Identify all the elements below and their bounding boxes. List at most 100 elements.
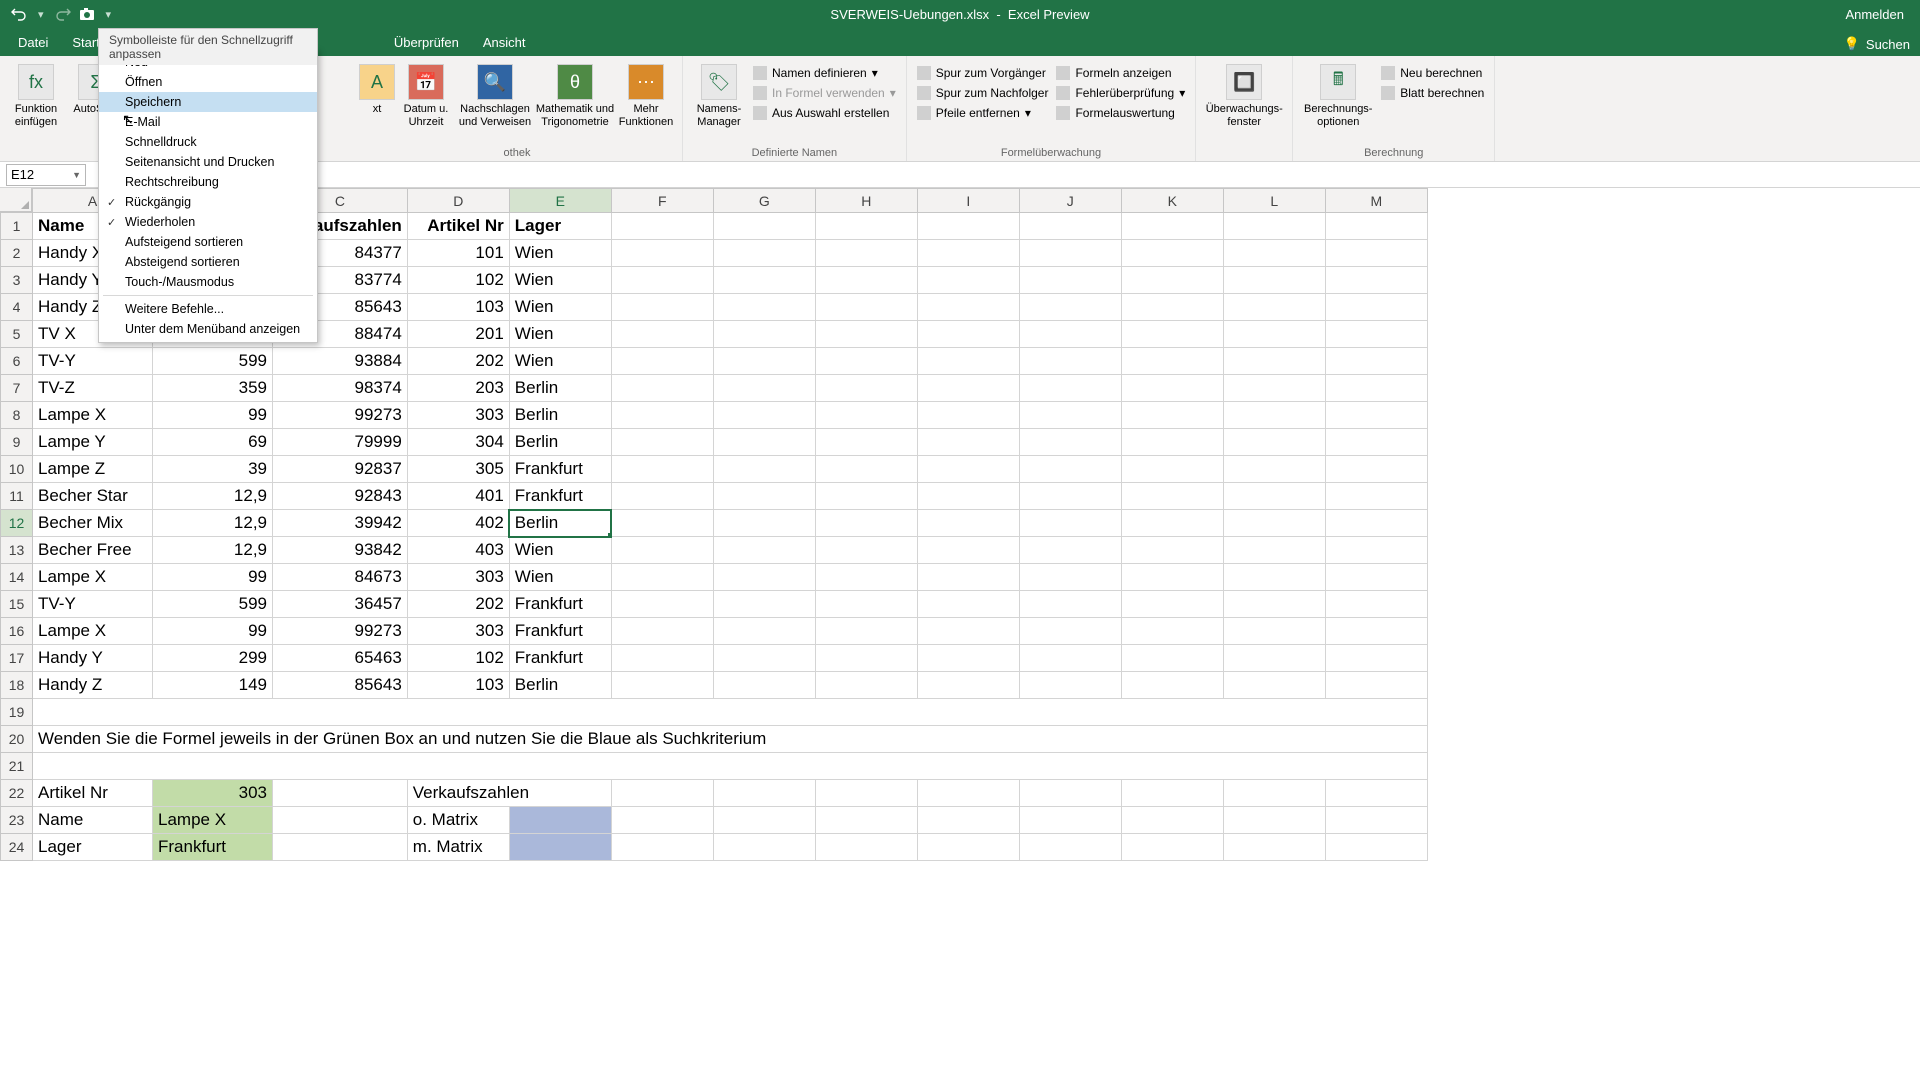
cell[interactable]: 303: [153, 780, 273, 807]
cell[interactable]: 79999: [273, 429, 408, 456]
insert-function-button[interactable]: fxFunktion einfügen: [6, 60, 66, 128]
cell[interactable]: 102: [407, 267, 509, 294]
cell[interactable]: 99: [153, 618, 273, 645]
row-header[interactable]: 14: [1, 564, 33, 591]
row-header[interactable]: 6: [1, 348, 33, 375]
name-box[interactable]: E12▼: [6, 164, 86, 186]
qat-menu-wiederholen[interactable]: ✓Wiederholen: [99, 212, 317, 232]
cell[interactable]: m. Matrix: [407, 834, 509, 861]
cell[interactable]: Artikel Nr: [407, 213, 509, 240]
evaluate-formula-button[interactable]: Formelauswertung: [1052, 104, 1189, 122]
cell[interactable]: Wien: [509, 267, 611, 294]
cell[interactable]: Lampe X: [33, 618, 153, 645]
name-manager-button[interactable]: 🏷Namens- Manager: [689, 60, 749, 128]
cell[interactable]: Berlin: [509, 429, 611, 456]
create-from-selection-button[interactable]: Aus Auswahl erstellen: [749, 104, 900, 122]
cell[interactable]: TV-Y: [33, 348, 153, 375]
cell[interactable]: 99: [153, 402, 273, 429]
cell[interactable]: Name: [33, 807, 153, 834]
cell[interactable]: Berlin: [509, 510, 611, 537]
cell[interactable]: Lampe X: [33, 564, 153, 591]
select-all-corner[interactable]: [0, 188, 32, 212]
row-header[interactable]: 1: [1, 213, 33, 240]
tab-ansicht[interactable]: Ansicht: [471, 29, 538, 56]
cell[interactable]: Artikel Nr: [33, 780, 153, 807]
cell[interactable]: 304: [407, 429, 509, 456]
cell[interactable]: 149: [153, 672, 273, 699]
row-header[interactable]: 8: [1, 402, 33, 429]
cell[interactable]: Berlin: [509, 375, 611, 402]
calc-now-button[interactable]: Neu berechnen: [1377, 64, 1488, 82]
cell[interactable]: 299: [153, 645, 273, 672]
cell[interactable]: Handy Y: [33, 645, 153, 672]
lookup-button[interactable]: 🔍Nachschlagen und Verweisen: [456, 60, 534, 128]
row-header[interactable]: 20: [1, 726, 33, 753]
cell[interactable]: Lampe Y: [33, 429, 153, 456]
cell[interactable]: 39: [153, 456, 273, 483]
remove-arrows-button[interactable]: Pfeile entfernen ▾: [913, 104, 1053, 122]
cell[interactable]: TV-Z: [33, 375, 153, 402]
col-header-K[interactable]: K: [1121, 189, 1223, 213]
cell[interactable]: 202: [407, 348, 509, 375]
row-header[interactable]: 12: [1, 510, 33, 537]
row-header[interactable]: 7: [1, 375, 33, 402]
cell[interactable]: 39942: [273, 510, 408, 537]
row-header[interactable]: 10: [1, 456, 33, 483]
row-header[interactable]: 24: [1, 834, 33, 861]
cell[interactable]: 69: [153, 429, 273, 456]
cell[interactable]: Verkaufszahlen: [407, 780, 611, 807]
cell[interactable]: Handy Z: [33, 672, 153, 699]
cell[interactable]: 202: [407, 591, 509, 618]
cell[interactable]: Lampe Z: [33, 456, 153, 483]
cell[interactable]: Becher Star: [33, 483, 153, 510]
cell[interactable]: 98374: [273, 375, 408, 402]
cell[interactable]: Frankfurt: [509, 483, 611, 510]
cell[interactable]: 103: [407, 294, 509, 321]
cell[interactable]: 12,9: [153, 510, 273, 537]
qat-menu-rueckgaengig[interactable]: ✓Rückgängig: [99, 192, 317, 212]
cell[interactable]: 99273: [273, 402, 408, 429]
watch-window-button[interactable]: 🔲Überwachungs- fenster: [1202, 60, 1286, 128]
text-func-button[interactable]: Axt: [358, 60, 396, 128]
cell[interactable]: 103: [407, 672, 509, 699]
cell[interactable]: 402: [407, 510, 509, 537]
cell[interactable]: Lager: [509, 213, 611, 240]
cell[interactable]: 99273: [273, 618, 408, 645]
col-header-D[interactable]: D: [407, 189, 509, 213]
cell[interactable]: Frankfurt: [509, 591, 611, 618]
cell[interactable]: Wien: [509, 537, 611, 564]
calc-sheet-button[interactable]: Blatt berechnen: [1377, 84, 1488, 102]
cell[interactable]: 92843: [273, 483, 408, 510]
col-header-M[interactable]: M: [1325, 189, 1427, 213]
cell[interactable]: Berlin: [509, 672, 611, 699]
cell[interactable]: 102: [407, 645, 509, 672]
col-header-I[interactable]: I: [917, 189, 1019, 213]
cell[interactable]: 65463: [273, 645, 408, 672]
tab-ueberpruefen[interactable]: Überprüfen: [382, 29, 471, 56]
qat-menu-speichern[interactable]: Speichern: [99, 92, 317, 112]
cell[interactable]: 599: [153, 591, 273, 618]
qat-menu-email[interactable]: E-Mail: [99, 112, 317, 132]
math-trig-button[interactable]: θMathematik und Trigonometrie: [534, 60, 616, 128]
cell[interactable]: [509, 834, 611, 861]
cell[interactable]: 201: [407, 321, 509, 348]
cell[interactable]: Lampe X: [33, 402, 153, 429]
tab-datei[interactable]: Datei: [6, 29, 60, 56]
row-header[interactable]: 15: [1, 591, 33, 618]
date-time-button[interactable]: 📅Datum u. Uhrzeit: [396, 60, 456, 128]
row-header[interactable]: 22: [1, 780, 33, 807]
error-check-button[interactable]: Fehlerüberprüfung ▾: [1052, 84, 1189, 102]
cell[interactable]: Lampe X: [153, 807, 273, 834]
cell[interactable]: 93842: [273, 537, 408, 564]
qat-menu-touch[interactable]: Touch-/Mausmodus: [99, 272, 317, 292]
cell[interactable]: Wenden Sie die Formel jeweils in der Grü…: [33, 726, 1428, 753]
cell[interactable]: Frankfurt: [509, 645, 611, 672]
cell[interactable]: 12,9: [153, 483, 273, 510]
row-header[interactable]: 21: [1, 753, 33, 780]
row-header[interactable]: 18: [1, 672, 33, 699]
cell[interactable]: Becher Mix: [33, 510, 153, 537]
col-header-F[interactable]: F: [611, 189, 713, 213]
cell[interactable]: Frankfurt: [509, 456, 611, 483]
signin-link[interactable]: Anmelden: [1845, 7, 1920, 22]
more-functions-button[interactable]: ⋯Mehr Funktionen: [616, 60, 676, 128]
